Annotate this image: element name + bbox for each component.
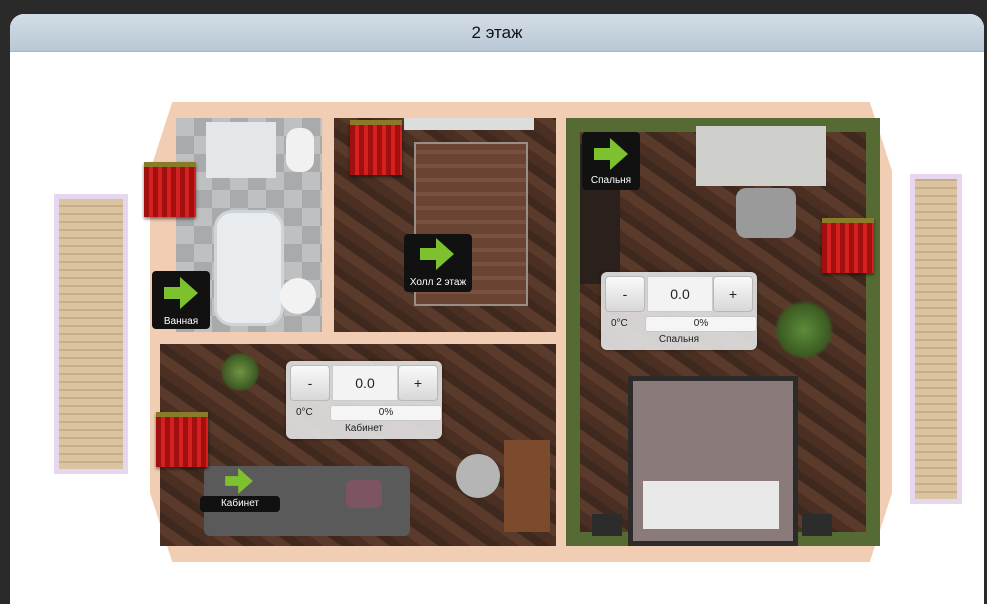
- office-chair: [456, 454, 500, 498]
- plant: [774, 300, 834, 360]
- nav-bath[interactable]: Ванная: [152, 271, 210, 329]
- nav-hall[interactable]: Холл 2 этаж: [404, 234, 472, 292]
- floor-plan: Ванная Холл 2 этаж Спальня Кабинет - 0.0…: [10, 14, 984, 604]
- window-top: [404, 118, 534, 130]
- office-control-row: - 0.0 +: [290, 365, 438, 401]
- bedroom-control: - 0.0 + 0°C 0% Спальня: [601, 272, 757, 350]
- toilet: [286, 128, 314, 172]
- arrow-right-icon: [225, 468, 253, 494]
- arrow-right-icon: [420, 238, 454, 270]
- bathtub: [214, 210, 284, 326]
- curtain-icon[interactable]: [144, 162, 196, 217]
- nav-office[interactable]: Кабинет: [200, 466, 280, 512]
- office-minus-button[interactable]: -: [290, 365, 330, 401]
- bed: [628, 376, 798, 546]
- plant-office: [220, 352, 260, 392]
- curtain-icon[interactable]: [350, 120, 402, 175]
- left-balcony: [54, 194, 128, 474]
- nav-bath-label: Ванная: [163, 316, 199, 327]
- arrow-right-icon: [164, 277, 198, 309]
- nightstand-left: [592, 514, 622, 536]
- bedroom-percent-bar[interactable]: 0%: [645, 316, 757, 332]
- office-control-name: Кабинет: [344, 423, 384, 434]
- office-temp: 0°C: [296, 407, 313, 418]
- bedroom-plus-button[interactable]: +: [713, 276, 753, 312]
- office-control: - 0.0 + 0°C 0% Кабинет: [286, 361, 442, 439]
- bedroom-minus-button[interactable]: -: [605, 276, 645, 312]
- armchair: [736, 188, 796, 238]
- bedroom-temp: 0°C: [611, 318, 628, 329]
- floor-panel: 2 этаж Ванная Холл 2 этаж Спальня Кабине…: [10, 14, 984, 604]
- shower-cabin: [206, 122, 276, 178]
- sink: [280, 278, 316, 314]
- cushion: [346, 480, 382, 508]
- nav-office-label: Кабинет: [200, 496, 280, 512]
- bedroom-control-row: - 0.0 +: [605, 276, 753, 312]
- office-desk: [504, 440, 550, 532]
- nav-bedroom-label: Спальня: [590, 175, 632, 186]
- bedroom-control-name: Спальня: [658, 334, 700, 345]
- desk: [696, 126, 826, 186]
- bedroom-value: 0.0: [647, 276, 713, 312]
- curtain-icon[interactable]: [156, 412, 208, 467]
- office-plus-button[interactable]: +: [398, 365, 438, 401]
- nightstand-right: [802, 514, 832, 536]
- office-percent-bar[interactable]: 0%: [330, 405, 442, 421]
- pillows: [643, 481, 779, 529]
- curtain-icon[interactable]: [822, 218, 874, 273]
- nav-hall-label: Холл 2 этаж: [409, 277, 467, 288]
- arrow-right-icon: [594, 138, 628, 170]
- nav-bedroom[interactable]: Спальня: [582, 132, 640, 190]
- right-balcony: [910, 174, 962, 504]
- office-value: 0.0: [332, 365, 398, 401]
